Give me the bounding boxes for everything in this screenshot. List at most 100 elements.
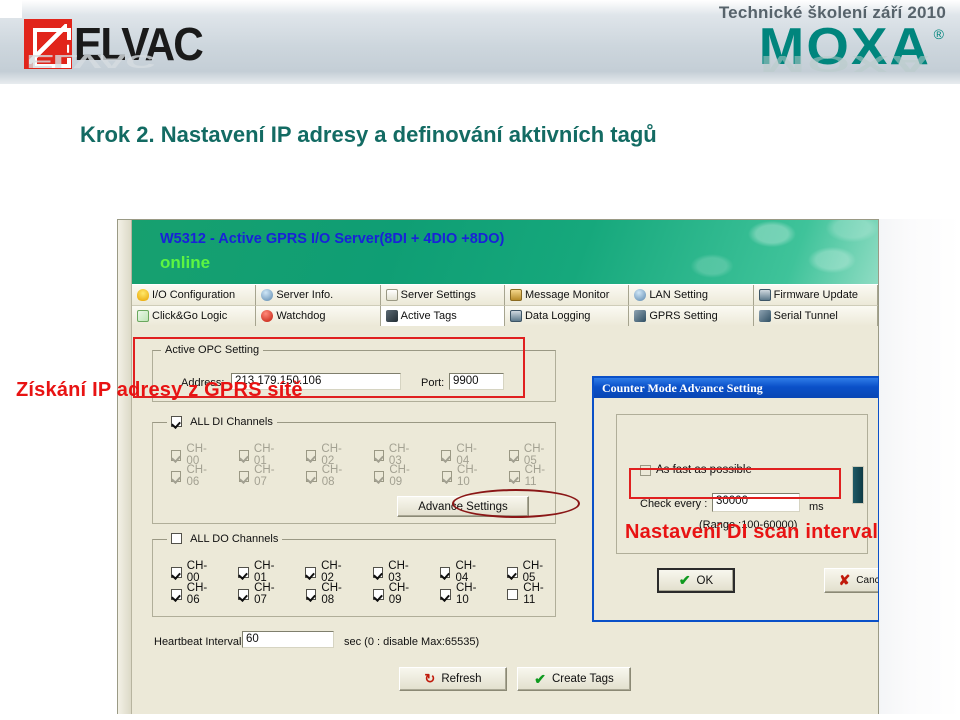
heartbeat-interval-hint: sec (0 : disable Max:65535)	[344, 636, 480, 648]
do-channel-ch-03[interactable]: CH-03	[372, 560, 421, 584]
registered-trademark-icon: ®	[933, 25, 944, 42]
toolbar-item-watchdog[interactable]: Watchdog	[256, 306, 381, 327]
check-icon: ✔	[678, 572, 691, 588]
check-every-label: Check every :	[640, 498, 708, 510]
toolbar-item-lan-setting[interactable]: LAN Setting	[629, 285, 754, 306]
toolbar-item-label: Server Info.	[276, 289, 334, 301]
checkbox-icon	[306, 470, 317, 482]
toolbar-row-2: Click&Go Logic Watchdog Active Tags Data…	[132, 306, 878, 327]
do-channel-row-1: CH-00 CH-01 CH-02 CH-03 CH-04 CH-05	[171, 560, 555, 584]
annotation-left: Získání IP adresy z GPRS sítě	[16, 379, 303, 401]
dialog-body: As fast as possible Check every : 30000 …	[594, 398, 878, 620]
checkbox-icon	[439, 566, 451, 578]
tag-icon	[385, 310, 398, 322]
checkbox-icon	[373, 449, 384, 461]
check-every-unit: ms	[809, 501, 824, 513]
create-tags-button[interactable]: ✔ Create Tags	[517, 667, 631, 691]
toolbar-item-label: Serial Tunnel	[773, 310, 838, 322]
toolbar-item-label: I/O Configuration	[152, 289, 236, 301]
checkbox-icon	[506, 566, 518, 578]
toolbar-item-data-logging[interactable]: Data Logging	[504, 306, 630, 327]
counter-mode-advance-setting-dialog: Counter Mode Advance Setting As fast as …	[592, 376, 880, 622]
checkbox-icon	[306, 449, 317, 461]
toolbar-item-firmware-update[interactable]: Firmware Update	[753, 285, 878, 306]
dialog-title-bar: Counter Mode Advance Setting	[594, 378, 878, 398]
app-left-strip	[118, 220, 132, 714]
checkbox-icon	[171, 449, 182, 461]
do-channel-ch-05[interactable]: CH-05	[506, 560, 555, 584]
banner-corner-notch	[0, 0, 22, 18]
do-channel-ch-01[interactable]: CH-01	[238, 560, 286, 584]
device-model-title: W5312 - Active GPRS I/O Server(8DI + 4DI…	[160, 231, 505, 247]
app-toolbar: I/O Configuration Server Info. Server Se…	[132, 284, 878, 327]
ok-button[interactable]: ✔ OK	[657, 568, 735, 593]
checkbox-icon	[373, 470, 385, 482]
computer-icon	[509, 310, 522, 322]
info-icon	[261, 289, 274, 301]
toolbar-item-io-configuration[interactable]: I/O Configuration	[132, 285, 257, 306]
info-icon	[634, 289, 647, 301]
checkbox-icon	[507, 588, 519, 600]
checkbox-icon	[238, 588, 250, 600]
close-icon: ✘	[838, 572, 851, 588]
di-channel-ch-08: CH-08	[306, 464, 353, 488]
toolbar-item-label: Firmware Update	[773, 289, 858, 301]
do-channel-ch-08[interactable]: CH-08	[305, 582, 354, 606]
do-channel-ch-04[interactable]: CH-04	[439, 560, 488, 584]
toolbar-item-server-info[interactable]: Server Info.	[256, 285, 381, 306]
do-channel-ch-10[interactable]: CH-10	[440, 582, 488, 606]
checkbox-icon	[171, 566, 182, 578]
checkbox-icon	[305, 566, 317, 578]
checkbox-icon	[238, 566, 249, 578]
toolbar-item-label: Data Logging	[524, 310, 591, 322]
toolbar-row-1: I/O Configuration Server Info. Server Se…	[132, 285, 878, 306]
checkbox-icon	[440, 588, 451, 600]
document-icon	[385, 289, 398, 301]
toolbar-item-message-monitor[interactable]: Message Monitor	[504, 285, 630, 306]
do-channel-row-2: CH-06 CH-07 CH-08 CH-09 CH-10 CH-11	[171, 582, 555, 606]
toolbar-item-serial-tunnel[interactable]: Serial Tunnel	[753, 306, 878, 327]
do-channel-ch-00[interactable]: CH-00	[171, 560, 219, 584]
highlight-ellipse-advance-settings	[452, 489, 580, 518]
checkbox-icon	[509, 470, 520, 482]
all-do-channels-checkbox[interactable]	[171, 533, 182, 544]
toolbar-item-active-tags[interactable]: Active Tags	[380, 306, 505, 327]
do-channel-ch-09[interactable]: CH-09	[372, 582, 421, 606]
heartbeat-interval-input[interactable]: 60	[242, 631, 334, 648]
do-channel-ch-06[interactable]: CH-06	[171, 582, 219, 606]
device-header-banner: W5312 - Active GPRS I/O Server(8DI + 4DI…	[132, 220, 878, 284]
toolbar-item-label: LAN Setting	[649, 289, 709, 301]
all-di-channels-checkbox[interactable]	[171, 416, 182, 427]
checkbox-icon	[305, 588, 317, 600]
refresh-icon: ↻	[424, 671, 436, 686]
elvac-logo-reflection: ELVAC	[26, 50, 154, 72]
do-channel-ch-11[interactable]: CH-11	[507, 582, 554, 606]
bulb-icon	[137, 289, 149, 301]
highlight-box-check-every	[629, 468, 841, 499]
checkbox-icon	[372, 566, 384, 578]
toolbar-item-label: Watchdog	[276, 310, 326, 322]
toolbar-item-server-settings[interactable]: Server Settings	[380, 285, 505, 306]
checkbox-icon	[238, 470, 250, 482]
page-bottom-margin	[0, 714, 960, 720]
di-channel-ch-07: CH-07	[238, 464, 286, 488]
screenshot-right-crop-fade	[879, 219, 960, 715]
toolbar-item-clickgo-logic[interactable]: Click&Go Logic	[132, 306, 257, 327]
computer-icon	[758, 289, 771, 301]
page-title: Krok 2. Nastavení IP adresy a definování…	[80, 122, 657, 147]
cancel-button[interactable]: ✘ Cancel	[824, 568, 878, 593]
ball-icon	[261, 310, 274, 322]
dialog-title-text: Counter Mode Advance Setting	[602, 380, 763, 395]
all-di-channels-legend: ALL DI Channels	[167, 416, 277, 428]
moxa-logo-reflection: MOXA	[759, 50, 932, 77]
do-channel-ch-07[interactable]: CH-07	[238, 582, 286, 606]
check-icon: ✔	[534, 670, 546, 687]
all-do-channels-group: ALL DO Channels CH-00 CH-01 CH-02 CH-03 …	[152, 533, 556, 617]
network-icon	[634, 310, 647, 322]
refresh-button[interactable]: ↻ Refresh	[399, 667, 507, 691]
do-channel-ch-02[interactable]: CH-02	[305, 560, 353, 584]
di-channel-ch-09: CH-09	[373, 464, 421, 488]
toolbar-item-label: Click&Go Logic	[152, 310, 228, 322]
di-channel-ch-11: CH-11	[509, 464, 555, 488]
toolbar-item-gprs-setting[interactable]: GPRS Setting	[629, 306, 754, 327]
